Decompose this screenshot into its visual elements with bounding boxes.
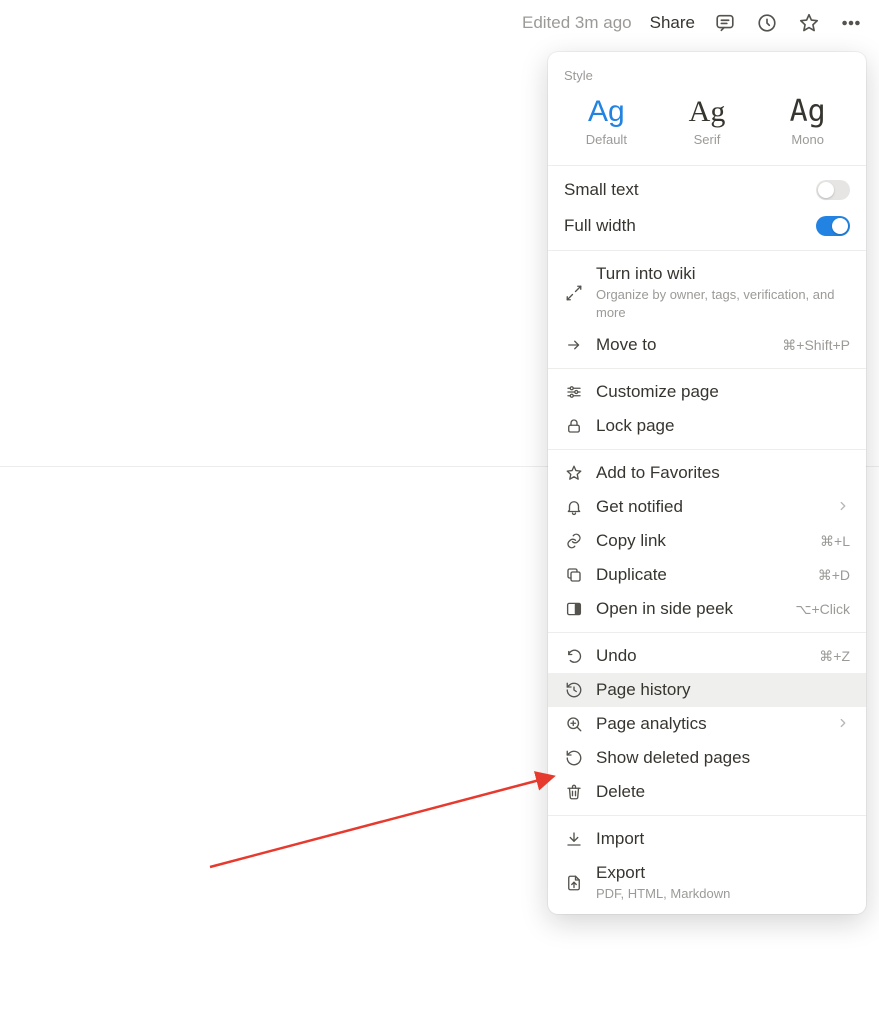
style-option-serif[interactable]: Ag Serif: [657, 93, 758, 149]
style-option-mono[interactable]: Ag Mono: [757, 93, 858, 149]
menu-duplicate-label: Duplicate: [596, 565, 806, 585]
menu-export-label: Export: [596, 863, 850, 883]
style-section-label: Style: [548, 64, 866, 93]
style-option-default[interactable]: Ag Default: [556, 93, 657, 149]
menu-add-to-favorites[interactable]: Add to Favorites: [548, 456, 866, 490]
menu-history-label: Page history: [596, 680, 850, 700]
menu-delete-label: Delete: [596, 782, 850, 802]
restore-icon: [564, 748, 584, 768]
menu-lock-label: Lock page: [596, 416, 850, 436]
annotation-arrow: [205, 742, 565, 882]
menu-duplicate-shortcut: ⌘+D: [818, 567, 850, 584]
small-text-label: Small text: [564, 180, 639, 200]
section-customize-lock: Customize page Lock page: [548, 368, 866, 449]
menu-customize-label: Customize page: [596, 382, 850, 402]
menu-export-sub: PDF, HTML, Markdown: [596, 885, 850, 903]
import-icon: [564, 829, 584, 849]
menu-undo-shortcut: ⌘+Z: [819, 648, 850, 665]
menu-sidepeek-shortcut: ⌥+Click: [795, 601, 850, 618]
full-width-toggle-row[interactable]: Full width: [548, 208, 866, 244]
star-icon[interactable]: [797, 11, 821, 35]
sliders-icon: [564, 382, 584, 402]
menu-notified-label: Get notified: [596, 497, 824, 517]
style-sample-default: Ag: [556, 95, 657, 128]
menu-duplicate[interactable]: Duplicate ⌘+D: [548, 558, 866, 592]
menu-page-history[interactable]: Page history: [548, 673, 866, 707]
style-sample-serif: Ag: [657, 95, 758, 128]
menu-move-to[interactable]: Move to ⌘+Shift+P: [548, 328, 866, 362]
page-history-icon: [564, 680, 584, 700]
menu-get-notified[interactable]: Get notified: [548, 490, 866, 524]
menu-favorites-label: Add to Favorites: [596, 463, 850, 483]
comments-icon[interactable]: [713, 11, 737, 35]
menu-export[interactable]: Export PDF, HTML, Markdown: [548, 856, 866, 910]
menu-show-deleted-pages[interactable]: Show deleted pages: [548, 741, 866, 775]
menu-turn-into-wiki[interactable]: Turn into wiki Organize by owner, tags, …: [548, 257, 866, 328]
style-options-row: Ag Default Ag Serif Ag Mono: [548, 93, 866, 153]
topbar: Edited 3m ago Share: [522, 11, 863, 35]
menu-undo-label: Undo: [596, 646, 807, 666]
section-history: Undo ⌘+Z Page history Page analytics Sho…: [548, 632, 866, 815]
page-options-menu: Style Ag Default Ag Serif Ag Mono Small …: [548, 52, 866, 914]
style-label-default: Default: [556, 132, 657, 147]
star-outline-icon: [564, 463, 584, 483]
section-wiki-move: Turn into wiki Organize by owner, tags, …: [548, 250, 866, 368]
export-icon: [564, 873, 584, 893]
share-button[interactable]: Share: [650, 13, 695, 33]
move-icon: [564, 335, 584, 355]
small-text-toggle[interactable]: [816, 180, 850, 200]
menu-import[interactable]: Import: [548, 822, 866, 856]
menu-copylink-label: Copy link: [596, 531, 808, 551]
menu-move-label: Move to: [596, 335, 770, 355]
menu-lock-page[interactable]: Lock page: [548, 409, 866, 443]
section-import-export: Import Export PDF, HTML, Markdown: [548, 815, 866, 914]
lock-icon: [564, 416, 584, 436]
chevron-right-icon: [836, 716, 850, 733]
full-width-label: Full width: [564, 216, 636, 236]
small-text-toggle-row[interactable]: Small text: [548, 172, 866, 208]
trash-icon: [564, 782, 584, 802]
bell-icon: [564, 497, 584, 517]
side-peek-icon: [564, 599, 584, 619]
menu-wiki-label: Turn into wiki: [596, 264, 850, 284]
style-label-mono: Mono: [757, 132, 858, 147]
edited-label: Edited 3m ago: [522, 13, 632, 33]
menu-wiki-sub: Organize by owner, tags, verification, a…: [596, 286, 850, 321]
analytics-icon: [564, 714, 584, 734]
menu-customize-page[interactable]: Customize page: [548, 375, 866, 409]
style-sample-mono: Ag: [757, 95, 858, 128]
menu-delete[interactable]: Delete: [548, 775, 866, 809]
menu-undo[interactable]: Undo ⌘+Z: [548, 639, 866, 673]
undo-icon: [564, 646, 584, 666]
wiki-icon: [564, 283, 584, 303]
menu-page-analytics[interactable]: Page analytics: [548, 707, 866, 741]
section-actions: Add to Favorites Get notified Copy link …: [548, 449, 866, 632]
menu-move-shortcut: ⌘+Shift+P: [782, 337, 850, 354]
style-section: Style Ag Default Ag Serif Ag Mono: [548, 52, 866, 165]
history-icon[interactable]: [755, 11, 779, 35]
style-label-serif: Serif: [657, 132, 758, 147]
menu-import-label: Import: [596, 829, 850, 849]
duplicate-icon: [564, 565, 584, 585]
chevron-right-icon: [836, 499, 850, 516]
toggles-section: Small text Full width: [548, 165, 866, 250]
menu-sidepeek-label: Open in side peek: [596, 599, 783, 619]
menu-analytics-label: Page analytics: [596, 714, 824, 734]
menu-copylink-shortcut: ⌘+L: [820, 533, 850, 550]
more-icon[interactable]: [839, 11, 863, 35]
menu-copy-link[interactable]: Copy link ⌘+L: [548, 524, 866, 558]
menu-open-side-peek[interactable]: Open in side peek ⌥+Click: [548, 592, 866, 626]
link-icon: [564, 531, 584, 551]
full-width-toggle[interactable]: [816, 216, 850, 236]
menu-deleted-label: Show deleted pages: [596, 748, 850, 768]
